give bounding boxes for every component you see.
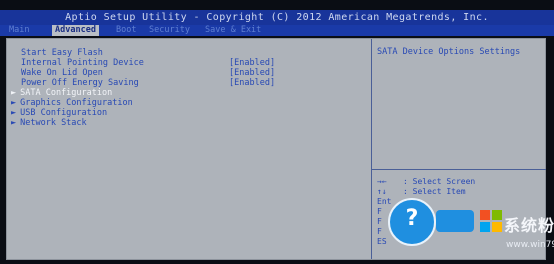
bios-screen: Aptio Setup Utility - Copyright (C) 2012… — [0, 0, 554, 264]
tab-save-exit[interactable]: Save & Exit — [202, 25, 264, 36]
panel-divider — [371, 39, 372, 259]
power-off-energy-saving-item[interactable]: Power Off Energy Saving — [21, 78, 139, 88]
windows-logo-icon — [480, 210, 502, 232]
submenu-arrow-icon: ► — [11, 88, 17, 98]
tab-boot[interactable]: Boot — [113, 25, 139, 36]
submenu-arrow-icon: ► — [11, 98, 17, 108]
key-hint-select-screen: →←: Select Screen — [377, 177, 476, 186]
bios-title-bar: Aptio Setup Utility - Copyright (C) 2012… — [0, 10, 554, 25]
watermark-brand-text: 系统粉 — [504, 216, 554, 235]
sata-configuration-item[interactable]: ► SATA Configuration — [11, 88, 112, 98]
usb-configuration-item[interactable]: ► USB Configuration — [11, 108, 107, 118]
tab-security[interactable]: Security — [146, 25, 193, 36]
graphics-configuration-item[interactable]: ► Graphics Configuration — [11, 98, 133, 108]
submenu-arrow-icon: ► — [11, 108, 17, 118]
wake-on-lid-open-value[interactable]: [Enabled] — [229, 68, 275, 78]
watermark-url: www.win7999.com — [506, 240, 554, 250]
internal-pointing-device-item[interactable]: Internal Pointing Device — [21, 58, 144, 68]
help-text: SATA Device Options Settings — [377, 47, 521, 57]
start-easy-flash-item[interactable]: Start Easy Flash — [21, 48, 103, 58]
power-off-energy-saving-value[interactable]: [Enabled] — [229, 78, 275, 88]
tab-advanced[interactable]: Advanced — [52, 25, 99, 36]
network-stack-item[interactable]: ► Network Stack — [11, 118, 87, 128]
speech-bubble-icon — [436, 210, 474, 232]
internal-pointing-device-value[interactable]: [Enabled] — [229, 58, 275, 68]
question-badge-icon: ? — [388, 198, 436, 246]
tab-main[interactable]: Main — [6, 25, 32, 36]
help-divider — [372, 169, 546, 170]
key-hint-select-item: ↑↓: Select Item — [377, 187, 466, 196]
tab-bar: Main Advanced Boot Security Save & Exit — [0, 25, 554, 36]
submenu-arrow-icon: ► — [11, 118, 17, 128]
wake-on-lid-open-item[interactable]: Wake On Lid Open — [21, 68, 103, 78]
bios-title: Aptio Setup Utility - Copyright (C) 2012… — [65, 12, 489, 23]
